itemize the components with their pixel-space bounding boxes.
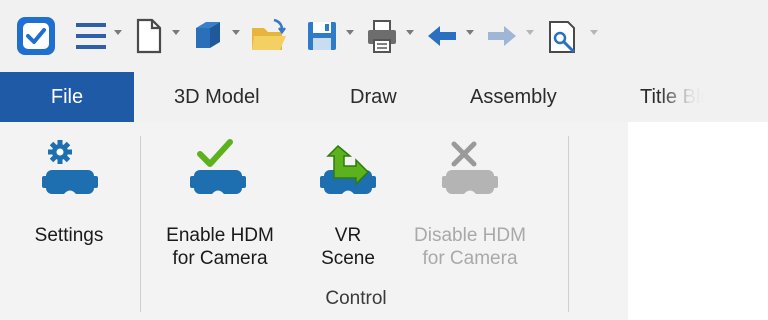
disable-hdm-icon [442, 141, 498, 194]
vr-scene-label-line1: VR [334, 225, 362, 246]
ribbon-empty-area [628, 122, 768, 320]
print-dropdown-icon[interactable] [406, 30, 414, 35]
customize-icon[interactable] [590, 30, 598, 35]
properties-icon[interactable] [540, 14, 584, 58]
tab-assembly[interactable]: Assembly [470, 72, 557, 122]
ribbon-tab-bar: File 3D Model Draw Assembly Title Block [0, 72, 768, 122]
tab-file[interactable]: File [0, 72, 134, 122]
redo-dropdown-icon [526, 30, 534, 35]
undo-icon[interactable] [420, 14, 464, 58]
quick-access-toolbar [0, 0, 768, 72]
new-document-icon[interactable] [126, 14, 170, 58]
settings-vr-headset-icon [42, 140, 98, 194]
enable-hdm-label-line2: for Camera [172, 248, 268, 269]
app-logo-icon[interactable] [14, 14, 58, 58]
group-separator [140, 136, 141, 312]
control-group-label: Control [325, 288, 387, 309]
tab-3d-model[interactable]: 3D Model [174, 72, 260, 122]
save-dropdown-icon[interactable] [346, 30, 354, 35]
disable-hdm-label-line1: Disable HDM [414, 225, 526, 246]
new-dropdown-icon[interactable] [172, 30, 180, 35]
print-icon[interactable] [360, 14, 404, 58]
menu-dropdown-icon[interactable] [114, 30, 122, 35]
menu-icon[interactable] [70, 14, 114, 58]
tab-draw[interactable]: Draw [350, 72, 397, 122]
3d-dropdown-icon[interactable] [232, 30, 240, 35]
3d-box-icon[interactable] [186, 14, 230, 58]
group-separator [568, 136, 569, 312]
open-folder-icon[interactable] [246, 14, 290, 58]
enable-hdm-icon [190, 139, 246, 194]
disable-hdm-label-line2: for Camera [422, 248, 518, 269]
vr-scene-icon [320, 144, 376, 194]
settings-label: Settings [34, 225, 104, 246]
redo-icon [488, 26, 516, 46]
vr-scene-label-line2: Scene [321, 248, 375, 269]
save-icon[interactable] [300, 14, 344, 58]
enable-hdm-label-line1: Enable HDM [166, 225, 274, 246]
tab-overflow-fade [660, 72, 768, 122]
undo-dropdown-icon[interactable] [466, 30, 474, 35]
